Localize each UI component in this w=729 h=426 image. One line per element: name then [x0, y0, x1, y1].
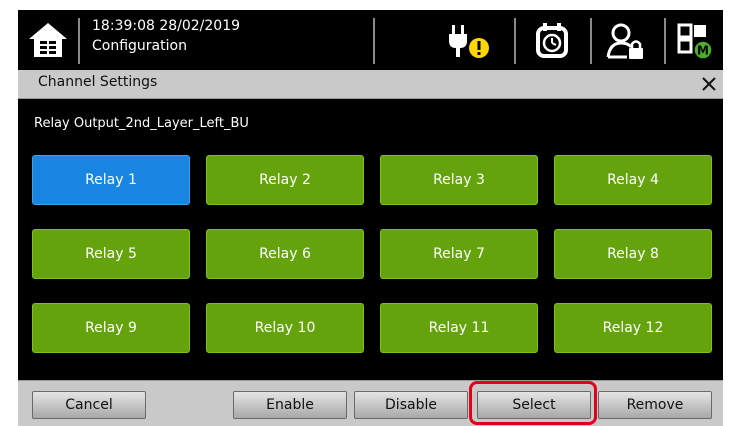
- home-button[interactable]: [20, 16, 76, 64]
- status-separator: [373, 18, 375, 64]
- svg-text:M: M: [697, 44, 709, 58]
- action-bar: Cancel Enable Disable Select Remove: [18, 380, 723, 426]
- remove-button[interactable]: Remove: [598, 391, 712, 419]
- device-screen: 18:39:08 28/02/2019 Configuration M Chan…: [18, 10, 723, 426]
- schedule-button[interactable]: [524, 18, 580, 64]
- relay-button[interactable]: Relay 6: [206, 229, 364, 279]
- status-clock: 18:39:08 28/02/2019 Configuration: [92, 16, 240, 56]
- relay-button[interactable]: Relay 8: [554, 229, 712, 279]
- close-button[interactable]: [697, 70, 721, 98]
- mode-label: Configuration: [92, 38, 187, 54]
- dialog-title: Channel Settings: [38, 74, 158, 90]
- cancel-button[interactable]: Cancel: [32, 391, 146, 419]
- relay-button[interactable]: Relay 4: [554, 155, 712, 205]
- status-separator: [78, 18, 80, 64]
- user-lock-icon: [606, 23, 643, 59]
- relay-button[interactable]: Relay 3: [380, 155, 538, 205]
- user-login-button[interactable]: [598, 18, 654, 64]
- time-date: 18:39:08 28/02/2019: [92, 18, 241, 34]
- home-icon: [29, 23, 67, 57]
- power-status-button[interactable]: [443, 18, 499, 64]
- close-icon: [702, 77, 716, 91]
- power-plug-warning-icon: [449, 25, 489, 58]
- status-separator: [590, 18, 592, 64]
- relay-button[interactable]: Relay 2: [206, 155, 364, 205]
- status-bar: 18:39:08 28/02/2019 Configuration M: [18, 10, 723, 70]
- relay-button[interactable]: Relay 10: [206, 303, 364, 353]
- menu-grid-button[interactable]: M: [670, 18, 720, 64]
- select-button[interactable]: Select: [477, 391, 591, 419]
- grid-m-icon: M: [677, 23, 713, 60]
- status-separator: [514, 18, 516, 64]
- status-separator: [664, 18, 666, 64]
- disable-button[interactable]: Disable: [354, 391, 468, 419]
- relay-button[interactable]: Relay 1: [32, 155, 190, 205]
- dialog-title-bar: Channel Settings: [18, 70, 723, 99]
- relay-button[interactable]: Relay 9: [32, 303, 190, 353]
- enable-button[interactable]: Enable: [233, 391, 347, 419]
- relay-button[interactable]: Relay 5: [32, 229, 190, 279]
- relay-button[interactable]: Relay 11: [380, 303, 538, 353]
- relay-button[interactable]: Relay 7: [380, 229, 538, 279]
- output-name: Relay Output_2nd_Layer_Left_BU: [34, 116, 249, 131]
- alarm-clock-icon: [536, 23, 568, 58]
- relay-button[interactable]: Relay 12: [554, 303, 712, 353]
